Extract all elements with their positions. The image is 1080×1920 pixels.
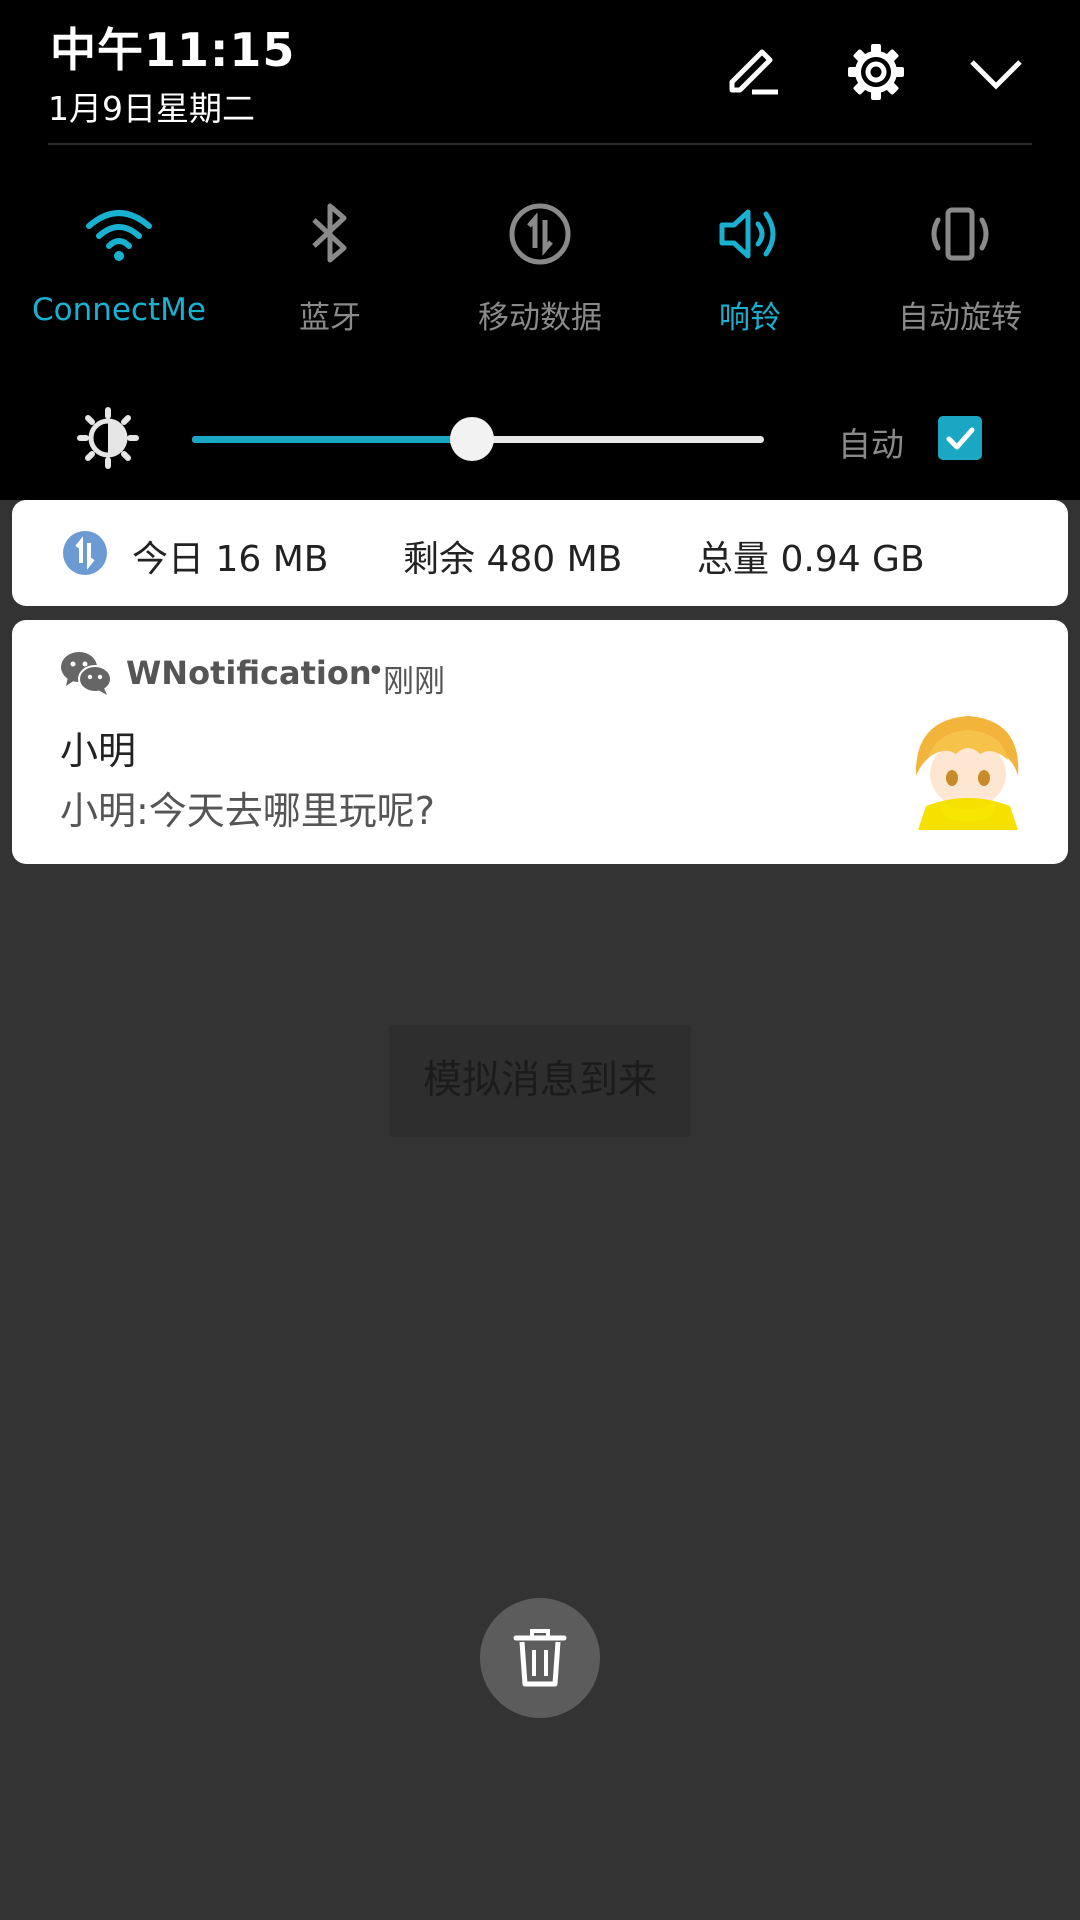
tile-auto-rotate[interactable]: 自动旋转: [860, 198, 1060, 337]
tile-label-bluetooth: 蓝牙: [299, 300, 361, 336]
status-time: 中午11:15: [50, 23, 296, 77]
chevron-down-icon[interactable]: [964, 40, 1028, 104]
data-total: 总量 0.94 GB: [697, 539, 925, 580]
bluetooth-icon: [312, 203, 347, 263]
wifi-icon: [86, 210, 152, 261]
notification-time: 刚刚: [383, 664, 445, 700]
simulate-message-button[interactable]: 模拟消息到来: [389, 1025, 691, 1137]
avatar: [906, 706, 1030, 830]
tile-bluetooth[interactable]: 蓝牙: [230, 198, 430, 337]
header-divider: [48, 143, 1032, 145]
notification-shade-header: 中午11:15 1月9日星期二 ConnectMe 蓝牙 移动数据 响铃 自动旋…: [0, 0, 1080, 500]
tile-label-ringer: 响铃: [719, 300, 781, 336]
data-today: 今日 16 MB: [132, 539, 329, 580]
brightness-slider[interactable]: [192, 417, 764, 461]
tile-wifi[interactable]: ConnectMe: [19, 198, 219, 328]
tile-label-mobile-data: 移动数据: [478, 300, 602, 336]
wechat-icon: [61, 652, 112, 695]
clear-notifications-button[interactable]: [480, 1598, 600, 1718]
trash-icon: [513, 1629, 567, 1687]
notification-body: 小明:今天去哪里玩呢?: [60, 789, 435, 833]
brightness-slider-thumb[interactable]: [450, 417, 495, 461]
tile-label-wifi: ConnectMe: [32, 292, 206, 328]
data-remaining: 剩余 480 MB: [403, 539, 623, 580]
notification-card[interactable]: WNotification • 刚刚 小明 小明:今天去哪里玩呢?: [12, 620, 1068, 864]
mobile-data-icon: [63, 531, 107, 575]
brightness-slider-fill: [192, 436, 473, 443]
notification-app-name: WNotification: [126, 654, 372, 692]
settings-gear-icon[interactable]: [844, 40, 908, 104]
data-usage-card[interactable]: 今日 16 MB 剩余 480 MB 总量 0.94 GB: [12, 500, 1068, 606]
auto-rotate-icon: [931, 207, 989, 261]
mobile-data-icon: [509, 203, 571, 265]
edit-icon[interactable]: [722, 40, 786, 104]
tile-ringer[interactable]: 响铃: [650, 198, 850, 337]
tile-mobile-data[interactable]: 移动数据: [440, 198, 640, 337]
brightness-icon: [77, 407, 139, 469]
notification-title: 小明: [60, 729, 137, 773]
volume-icon: [719, 209, 776, 259]
auto-brightness-checkbox[interactable]: [938, 416, 982, 460]
auto-brightness-label: 自动: [838, 425, 904, 464]
checkmark-icon: [946, 427, 975, 450]
status-date: 1月9日星期二: [48, 89, 255, 128]
tile-label-auto-rotate: 自动旋转: [898, 300, 1022, 336]
